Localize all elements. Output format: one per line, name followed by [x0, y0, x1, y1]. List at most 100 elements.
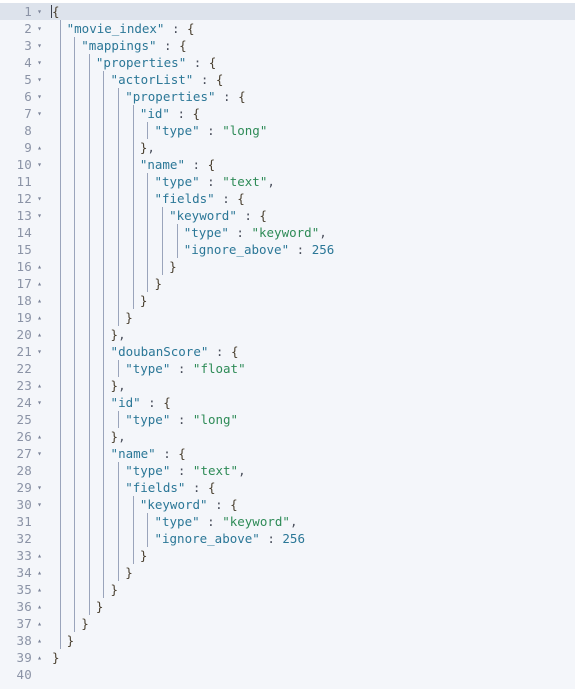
code-line[interactable]: 7 ▾ "id" : { [0, 105, 575, 122]
line-code[interactable]: "ignore_above" : 256 [48, 241, 575, 258]
fold-close-icon[interactable]: ▴ [35, 326, 44, 343]
fold-close-icon[interactable]: ▴ [35, 292, 44, 309]
line-code[interactable]: }, [48, 377, 575, 394]
code-line[interactable]: 22 "type" : "float" [0, 360, 575, 377]
line-code[interactable]: "type" : "text", [48, 173, 575, 190]
line-code[interactable]: "keyword" : { [48, 207, 575, 224]
code-lines-container[interactable]: 1 ▾{2 ▾ "movie_index" : {3 ▾ "mappings" : {4 ▾… [0, 3, 575, 683]
code-line[interactable]: 21 ▾ "doubanScore" : { [0, 343, 575, 360]
fold-open-icon[interactable]: ▾ [35, 54, 44, 71]
code-line[interactable]: 35 ▴} [0, 581, 575, 598]
line-code[interactable]: } [48, 547, 575, 564]
line-code[interactable]: } [48, 309, 575, 326]
line-code[interactable]: "id" : { [48, 105, 575, 122]
code-line[interactable]: 25 "type" : "long" [0, 411, 575, 428]
code-line[interactable]: 23 ▴}, [0, 377, 575, 394]
code-line[interactable]: 36 ▴} [0, 598, 575, 615]
line-code[interactable]: "type" : "long" [48, 122, 575, 139]
code-line[interactable]: 11 "type" : "text", [0, 173, 575, 190]
line-code[interactable]: "ignore_above" : 256 [48, 530, 575, 547]
code-line[interactable]: 4 ▾ "properties" : { [0, 54, 575, 71]
fold-close-icon[interactable]: ▴ [35, 428, 44, 445]
line-code[interactable]: } [48, 258, 575, 275]
json-code-editor[interactable]: 1 ▾{2 ▾ "movie_index" : {3 ▾ "mappings" : {4 ▾… [0, 0, 575, 689]
fold-close-icon[interactable]: ▴ [35, 309, 44, 326]
line-code[interactable]: } [48, 564, 575, 581]
fold-close-icon[interactable]: ▴ [35, 649, 44, 666]
code-line[interactable]: 30 ▾ "keyword" : { [0, 496, 575, 513]
line-code[interactable]: } [48, 649, 575, 666]
line-code[interactable]: } [48, 292, 575, 309]
line-code[interactable]: "actorList" : { [48, 71, 575, 88]
code-line[interactable]: 6 ▾ "properties" : { [0, 88, 575, 105]
code-line[interactable]: 12 ▾ "fields" : { [0, 190, 575, 207]
code-line[interactable]: 24 ▾ "id" : { [0, 394, 575, 411]
line-code[interactable]: "name" : { [48, 445, 575, 462]
code-line[interactable]: 14 "type" : "keyword", [0, 224, 575, 241]
line-code[interactable]: "doubanScore" : { [48, 343, 575, 360]
line-code[interactable]: } [48, 581, 575, 598]
code-line[interactable]: 28 "type" : "text", [0, 462, 575, 479]
line-code[interactable]: "movie_index" : { [48, 20, 575, 37]
code-line[interactable]: 20 ▴}, [0, 326, 575, 343]
code-line[interactable]: 19 ▴} [0, 309, 575, 326]
line-code[interactable]: } [48, 615, 575, 632]
fold-open-icon[interactable]: ▾ [35, 88, 44, 105]
fold-open-icon[interactable]: ▾ [35, 156, 44, 173]
code-line[interactable]: 26 ▴}, [0, 428, 575, 445]
fold-close-icon[interactable]: ▴ [35, 275, 44, 292]
code-line[interactable]: 5 ▾ "actorList" : { [0, 71, 575, 88]
line-code[interactable]: }, [48, 326, 575, 343]
fold-close-icon[interactable]: ▴ [35, 598, 44, 615]
line-code[interactable]: "type" : "text", [48, 462, 575, 479]
fold-close-icon[interactable]: ▴ [35, 632, 44, 649]
fold-open-icon[interactable]: ▾ [35, 496, 44, 513]
code-line[interactable]: 18 ▴} [0, 292, 575, 309]
code-line[interactable]: 10 ▾ "name" : { [0, 156, 575, 173]
line-code[interactable]: "fields" : { [48, 190, 575, 207]
code-line[interactable]: 37 ▴} [0, 615, 575, 632]
line-code[interactable]: "name" : { [48, 156, 575, 173]
fold-open-icon[interactable]: ▾ [35, 190, 44, 207]
code-line[interactable]: 15 "ignore_above" : 256 [0, 241, 575, 258]
code-line[interactable]: 33 ▴} [0, 547, 575, 564]
fold-open-icon[interactable]: ▾ [35, 479, 44, 496]
line-code[interactable]: { [48, 3, 575, 20]
code-line[interactable]: 27 ▾ "name" : { [0, 445, 575, 462]
line-code[interactable]: }, [48, 139, 575, 156]
fold-close-icon[interactable]: ▴ [35, 139, 44, 156]
line-code[interactable]: "type" : "keyword", [48, 224, 575, 241]
line-code[interactable]: "id" : { [48, 394, 575, 411]
code-line[interactable]: 40 [0, 666, 575, 683]
code-line[interactable]: 39 ▴} [0, 649, 575, 666]
line-code[interactable]: "properties" : { [48, 54, 575, 71]
fold-close-icon[interactable]: ▴ [35, 564, 44, 581]
code-line[interactable]: 32 "ignore_above" : 256 [0, 530, 575, 547]
code-line[interactable]: 2 ▾ "movie_index" : { [0, 20, 575, 37]
code-line[interactable]: 31 "type" : "keyword", [0, 513, 575, 530]
fold-open-icon[interactable]: ▾ [35, 3, 44, 20]
fold-open-icon[interactable]: ▾ [35, 394, 44, 411]
line-code[interactable]: "type" : "keyword", [48, 513, 575, 530]
code-line[interactable]: 29 ▾ "fields" : { [0, 479, 575, 496]
line-code[interactable]: }, [48, 428, 575, 445]
line-code[interactable]: "mappings" : { [48, 37, 575, 54]
fold-open-icon[interactable]: ▾ [35, 445, 44, 462]
fold-close-icon[interactable]: ▴ [35, 615, 44, 632]
code-line[interactable]: 17 ▴} [0, 275, 575, 292]
fold-open-icon[interactable]: ▾ [35, 71, 44, 88]
fold-open-icon[interactable]: ▾ [35, 207, 44, 224]
fold-open-icon[interactable]: ▾ [35, 105, 44, 122]
code-line[interactable]: 38 ▴} [0, 632, 575, 649]
code-line[interactable]: 16 ▴} [0, 258, 575, 275]
code-line[interactable]: 1 ▾ { [0, 3, 575, 20]
line-code[interactable]: "type" : "float" [48, 360, 575, 377]
fold-close-icon[interactable]: ▴ [35, 377, 44, 394]
code-line[interactable]: 9 ▴}, [0, 139, 575, 156]
fold-close-icon[interactable]: ▴ [35, 547, 44, 564]
fold-close-icon[interactable]: ▴ [35, 258, 44, 275]
line-code[interactable]: } [48, 275, 575, 292]
line-code[interactable]: "properties" : { [48, 88, 575, 105]
line-code[interactable]: "fields" : { [48, 479, 575, 496]
code-line[interactable]: 13 ▾ "keyword" : { [0, 207, 575, 224]
